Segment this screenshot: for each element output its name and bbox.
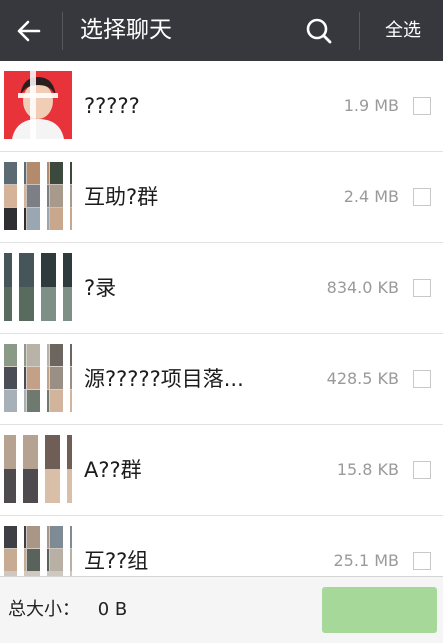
chat-list: ????? 1.9 MB 互助?群 2.4 MB ?录 834.0 KB 源??… bbox=[0, 61, 443, 576]
title-bar: 选择聊天 全选 bbox=[0, 0, 443, 61]
total-size-label: 总大小： bbox=[8, 599, 80, 620]
page-title: 选择聊天 bbox=[80, 17, 172, 43]
chat-row[interactable]: 源?????项目落... 428.5 KB bbox=[0, 334, 443, 425]
chat-checkbox[interactable] bbox=[413, 279, 431, 297]
chat-name: A??群 bbox=[84, 458, 142, 482]
chat-checkbox[interactable] bbox=[413, 370, 431, 388]
title-divider bbox=[62, 12, 63, 50]
group-avatar bbox=[4, 435, 72, 503]
select-all-button[interactable]: 全选 bbox=[372, 0, 434, 61]
group-avatar bbox=[4, 162, 72, 230]
footer-bar: 总大小： 0 B bbox=[0, 576, 443, 643]
chat-size: 25.1 MB bbox=[333, 551, 400, 570]
chat-row[interactable]: 互??组 25.1 MB bbox=[0, 516, 443, 576]
chat-row[interactable]: ????? 1.9 MB bbox=[0, 61, 443, 152]
chat-name: ????? bbox=[84, 94, 140, 118]
search-button[interactable] bbox=[296, 0, 342, 61]
chat-name: ?录 bbox=[84, 276, 117, 300]
chat-selection-screen: 选择聊天 全选 ????? 1.9 MB 互助?群 2.4 MB ?录 834.… bbox=[0, 0, 443, 643]
delete-button[interactable] bbox=[322, 587, 437, 633]
chat-row[interactable]: 互助?群 2.4 MB bbox=[0, 152, 443, 243]
chat-size: 2.4 MB bbox=[343, 187, 399, 206]
group-avatar bbox=[4, 526, 72, 576]
total-size: 总大小： 0 B bbox=[8, 577, 127, 643]
chat-size: 834.0 KB bbox=[326, 278, 399, 297]
group-avatar bbox=[4, 344, 72, 412]
chat-name: 互??组 bbox=[84, 549, 149, 573]
chat-row[interactable]: A??群 15.8 KB bbox=[0, 425, 443, 516]
chat-name: 源?????项目落... bbox=[84, 367, 244, 391]
portrait-avatar bbox=[4, 71, 72, 139]
chat-name: 互助?群 bbox=[84, 185, 159, 209]
chat-checkbox[interactable] bbox=[413, 188, 431, 206]
back-arrow-icon bbox=[17, 20, 41, 41]
chat-size: 15.8 KB bbox=[336, 460, 399, 479]
chat-checkbox[interactable] bbox=[413, 97, 431, 115]
search-icon bbox=[306, 18, 332, 43]
action-divider bbox=[359, 12, 360, 50]
total-size-value: 0 B bbox=[97, 599, 128, 620]
chat-row[interactable]: ?录 834.0 KB bbox=[0, 243, 443, 334]
group-avatar bbox=[4, 253, 72, 321]
chat-checkbox[interactable] bbox=[413, 461, 431, 479]
chat-checkbox[interactable] bbox=[413, 552, 431, 570]
back-button[interactable] bbox=[0, 0, 56, 61]
chat-size: 1.9 MB bbox=[343, 96, 399, 115]
chat-size: 428.5 KB bbox=[326, 369, 399, 388]
